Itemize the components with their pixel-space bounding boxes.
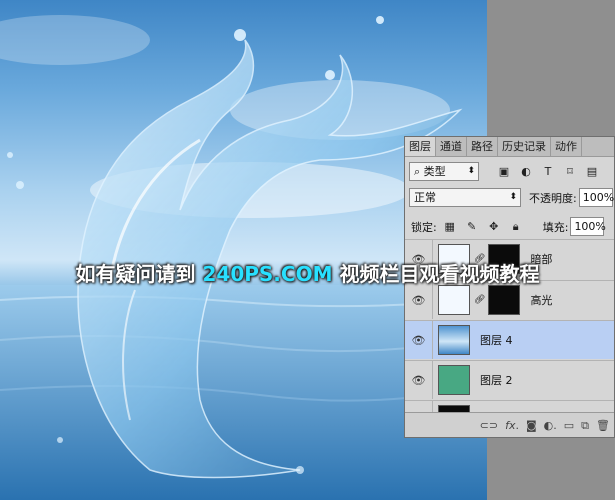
lock-position-icon[interactable]: ✥ [487,220,501,234]
watermark-text: 如有疑问请到 240PS.COM 视频栏目观看视频教程 [0,258,615,287]
tab-history[interactable]: 历史记录 [498,137,551,156]
lock-pixels-icon[interactable]: ✎ [465,220,479,234]
fill-label: 填充: [542,220,569,234]
watermark-site: 240PS.COM [202,262,333,286]
filter-type-select[interactable]: ⌕ 类型 ⬍ [409,162,479,181]
mask-icon[interactable]: ◙ [526,419,537,432]
lock-all-icon[interactable]: 🔒︎ [509,220,523,234]
fill-input[interactable]: 100% [570,217,606,236]
layer-thumbnail [438,285,470,315]
filter-row: ⌕ 类型 ⬍ ▣ ◐ T ⌑ ▤ [405,162,614,181]
layer-row-selected[interactable]: 👁︎ 图层 4 [405,320,614,359]
opacity-label: 不透明度: [529,191,577,205]
link-icon: 🔗︎ [474,295,486,305]
link-icon[interactable]: ⊂⊃ [480,419,498,432]
filter-type-label: 类型 [423,165,446,178]
blend-mode-select[interactable]: 正常 ⬍ [409,188,521,207]
smart-object-filter-icon[interactable]: ▤ [585,165,599,179]
layer-row[interactable]: 👁︎ 图层 2 [405,360,614,399]
new-layer-icon[interactable]: ⧉ [581,419,589,433]
pixel-filter-icon[interactable]: ▣ [497,165,511,179]
shape-filter-icon[interactable]: ⌑ [563,165,577,179]
lock-label: 锁定: [411,220,437,234]
lock-row: 锁定: ▦ ✎ ✥ 🔒︎ 填充: 100% [405,217,614,236]
blend-row: 正常 ⬍ 不透明度: 100% [405,188,614,207]
visibility-eye-icon[interactable]: 👁︎ [405,361,433,399]
opacity-input[interactable]: 100% [578,188,614,207]
layer-name: 高光 [530,294,553,307]
layer-thumbnail [438,325,470,355]
group-icon[interactable]: ▭ [564,419,574,432]
layer-name: 图层 2 [480,374,513,387]
panel-footer: ⊂⊃ fx. ◙ ◐. ▭ ⧉ 🗑︎ [405,412,614,437]
lock-transparent-icon[interactable]: ▦ [443,220,457,234]
fx-icon[interactable]: fx. [505,419,519,432]
tab-actions[interactable]: 动作 [551,137,582,156]
trash-icon[interactable]: 🗑︎ [596,419,610,432]
type-filter-icon[interactable]: T [541,165,555,179]
visibility-eye-icon[interactable]: 👁︎ [405,321,433,359]
panel-tabs: 图层 通道 路径 历史记录 动作 [405,137,614,157]
layers-panel: 图层 通道 路径 历史记录 动作 ⌕ 类型 ⬍ ▣ ◐ T ⌑ ▤ 正常 ⬍ 不… [404,136,615,438]
watermark-prefix: 如有疑问请到 [75,262,203,286]
chevron-updown-icon: ⬍ [509,192,517,202]
adjustment-filter-icon[interactable]: ◐ [519,165,533,179]
chevron-updown-icon: ⬍ [467,166,475,176]
adjustment-icon[interactable]: ◐. [544,419,557,432]
layer-thumbnail [438,365,470,395]
tab-paths[interactable]: 路径 [467,137,498,156]
search-icon: ⌕ [414,165,424,178]
tab-layers[interactable]: 图层 [405,137,436,156]
watermark-suffix: 视频栏目观看视频教程 [332,262,540,286]
blend-mode-value: 正常 [414,191,436,204]
layer-name: 图层 4 [480,334,513,347]
tab-channels[interactable]: 通道 [436,137,467,156]
layer-mask-thumbnail[interactable] [488,285,521,315]
